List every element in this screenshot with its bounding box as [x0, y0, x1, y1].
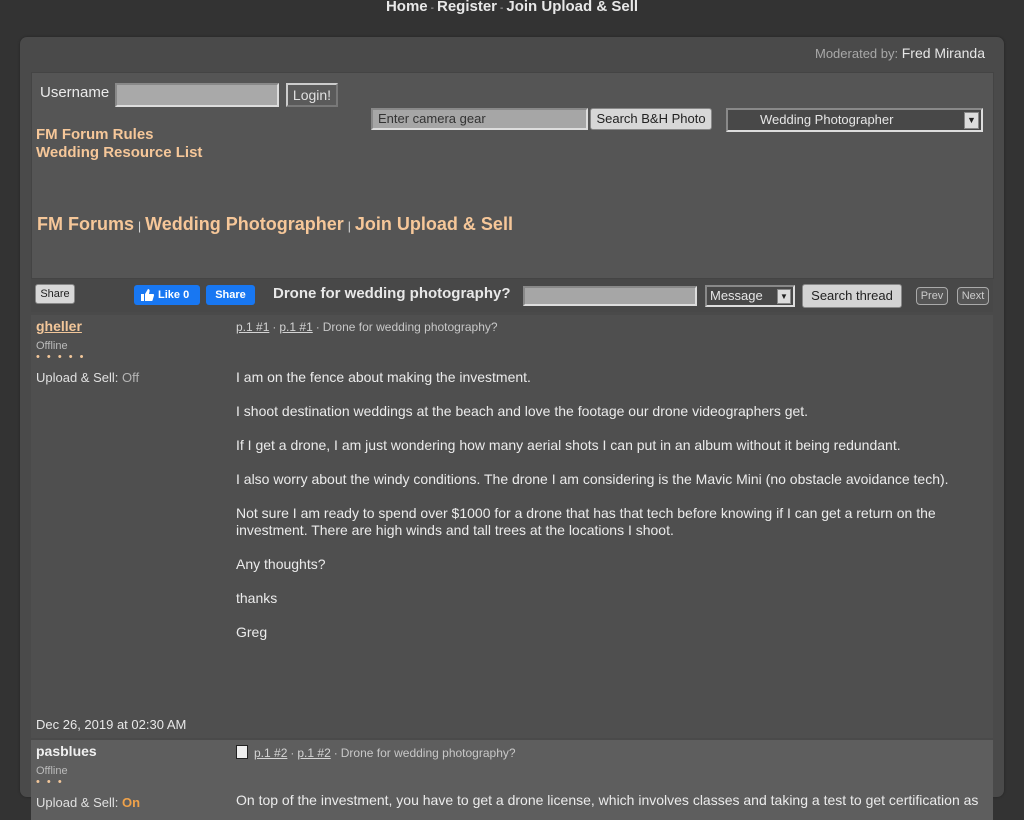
post-icon [236, 745, 248, 759]
post-paragraph: I also worry about the windy conditions.… [236, 471, 949, 487]
prev-button[interactable]: Prev [916, 287, 948, 305]
upload-sell-colon: : [114, 795, 119, 810]
post-paragraph: Greg [236, 624, 268, 640]
author-rating-stars: • • • • • [36, 351, 86, 363]
upload-sell-label: Upload & Sell [36, 370, 115, 385]
breadcrumb: FM Forums | Wedding Photographer | Join Uplo… [37, 214, 513, 235]
post-paragraph: I am on the fence about making the inves… [236, 369, 531, 385]
thread-title: Drone for wedding photography? [273, 285, 511, 302]
forum-select-value: Wedding Photographer [760, 112, 894, 127]
thread-search-input[interactable] [523, 286, 697, 306]
post-paragraph: Any thoughts? [236, 556, 326, 572]
next-button[interactable]: Next [957, 287, 989, 305]
message-select-value: Message [710, 288, 763, 303]
post-subject: Drone for wedding photography? [322, 320, 498, 334]
post-permalink[interactable]: p.1 #2 [254, 746, 287, 760]
forum-container: Moderated by: Fred Miranda Username Logi… [20, 37, 1004, 820]
nav-separator: - [500, 3, 504, 14]
nav-separator: - [430, 3, 434, 14]
fb-share-button[interactable]: Share [206, 285, 255, 305]
nav-home-link[interactable]: Home [386, 0, 428, 15]
moderated-by: Moderated by: Fred Miranda [815, 45, 985, 61]
search-bh-button[interactable]: Search B&H Photo [590, 108, 712, 130]
nav-register-link[interactable]: Register [437, 0, 497, 15]
post-paragraph: Not sure I am ready to spend over $1000 … [236, 505, 936, 538]
post-body: I am on the fence about making the inves… [236, 369, 966, 658]
gear-search-input[interactable]: Enter camera gear [371, 108, 588, 130]
share-button[interactable]: Share [35, 284, 75, 304]
wedding-resource-link[interactable]: Wedding Resource List [36, 144, 202, 162]
breadcrumb-join[interactable]: Join Upload & Sell [355, 214, 513, 234]
search-thread-button[interactable]: Search thread [802, 284, 902, 308]
post-paragraph: If I get a drone, I am just wondering ho… [236, 437, 901, 453]
thumbs-up-icon [141, 289, 154, 301]
username-label: Username [40, 84, 110, 101]
post-date: Dec 26, 2019 at 02:30 AM [36, 717, 187, 732]
forum-rules-link[interactable]: FM Forum Rules [36, 126, 202, 144]
thread-toolbar: Share Like 0 Share Drone for wedding pho… [31, 279, 993, 312]
post-header: p.1 #2 · p.1 #2 · Drone for wedding photogra… [236, 745, 516, 760]
breadcrumb-wedding[interactable]: Wedding Photographer [145, 214, 344, 234]
chevron-down-icon[interactable]: ▼ [777, 289, 791, 304]
breadcrumb-separator: | [347, 219, 351, 233]
upload-sell-status: Upload & Sell: On [36, 795, 140, 810]
post-permalink[interactable]: p.1 #2 [297, 746, 330, 760]
moderator-name[interactable]: Fred Miranda [902, 45, 985, 61]
forum-header: Username Login! FM Forum Rules Wedding R… [31, 72, 994, 279]
separator-dot: · [315, 320, 320, 334]
post-permalink[interactable]: p.1 #1 [236, 320, 269, 334]
post-author[interactable]: pasblues [36, 743, 97, 759]
message-select[interactable]: Message ▼ [705, 285, 795, 307]
fb-like-button[interactable]: Like 0 [134, 285, 200, 305]
moderated-label: Moderated by: [815, 46, 899, 61]
post-paragraph: thanks [236, 590, 278, 606]
upload-sell-label: Upload & Sell [36, 795, 115, 810]
post-subject: Drone for wedding photography? [340, 746, 516, 760]
post-paragraph: I shoot destination weddings at the beac… [236, 403, 809, 419]
post: pasblues Offline • • • Upload & Sell: On… [31, 740, 993, 820]
upload-sell-colon: : [114, 370, 119, 385]
upload-sell-value: On [122, 795, 141, 810]
forum-links: FM Forum Rules Wedding Resource List [36, 126, 202, 162]
post-body: On top of the investment, you have to ge… [236, 792, 979, 808]
separator-dot: · [272, 320, 277, 334]
breadcrumb-separator: | [138, 219, 142, 233]
post-author[interactable]: gheller [36, 318, 82, 334]
login-button[interactable]: Login! [286, 83, 338, 107]
username-input[interactable] [115, 83, 279, 107]
post: gheller Offline • • • • • Upload & Sell:… [31, 315, 993, 738]
separator-dot: · [333, 746, 338, 760]
chevron-down-icon[interactable]: ▼ [964, 112, 979, 129]
post-permalink[interactable]: p.1 #1 [279, 320, 312, 334]
breadcrumb-fm-forums[interactable]: FM Forums [37, 214, 134, 234]
author-rating-stars: • • • [36, 776, 64, 788]
top-nav: Home - Register - Join Upload & Sell [0, 0, 1024, 16]
separator-dot: · [290, 746, 295, 760]
nav-join-link[interactable]: Join Upload & Sell [506, 0, 638, 15]
fb-like-label: Like 0 [158, 289, 190, 301]
forum-select[interactable]: Wedding Photographer ▼ [726, 108, 983, 132]
post-header: p.1 #1 · p.1 #1 · Drone for wedding photogra… [236, 320, 498, 334]
upload-sell-value: Off [122, 370, 140, 385]
upload-sell-status: Upload & Sell: Off [36, 370, 139, 385]
